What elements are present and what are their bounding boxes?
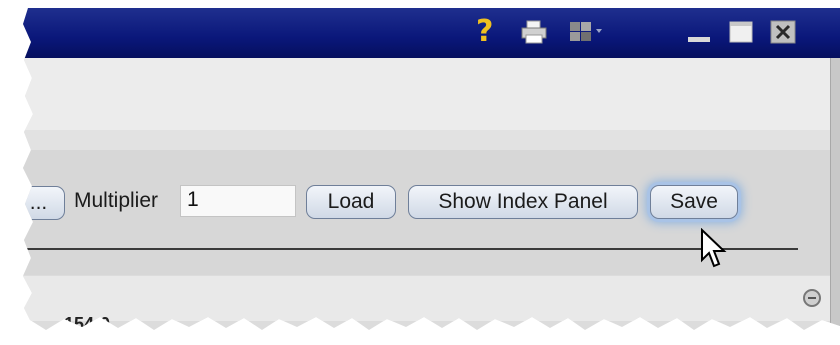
application-window: ? ... Multiplier 1 Load Show Index Panel… — [23, 8, 840, 334]
multiplier-input[interactable]: 1 — [180, 185, 296, 217]
divider-line — [23, 248, 798, 250]
upper-panel — [23, 58, 840, 130]
save-button[interactable]: Save — [650, 185, 738, 219]
print-icon[interactable] — [520, 20, 548, 44]
multiplier-label: Multiplier — [74, 189, 159, 212]
layout-icon[interactable] — [568, 20, 604, 44]
status-bar — [23, 276, 830, 321]
maximize-icon[interactable] — [728, 20, 754, 44]
link-icon[interactable] — [802, 288, 822, 308]
load-button[interactable]: Load — [306, 185, 396, 219]
help-icon[interactable]: ? — [476, 14, 493, 49]
status-text: 154:0 — [64, 314, 111, 334]
browse-button[interactable]: ... — [23, 186, 65, 220]
show-index-panel-button[interactable]: Show Index Panel — [408, 185, 638, 219]
minimize-icon[interactable] — [686, 20, 712, 44]
panel-separator — [23, 130, 840, 150]
title-bar: ? — [23, 8, 840, 58]
vertical-scrollbar[interactable] — [830, 58, 840, 328]
mouse-cursor-icon — [701, 228, 727, 268]
close-icon[interactable] — [770, 20, 796, 44]
